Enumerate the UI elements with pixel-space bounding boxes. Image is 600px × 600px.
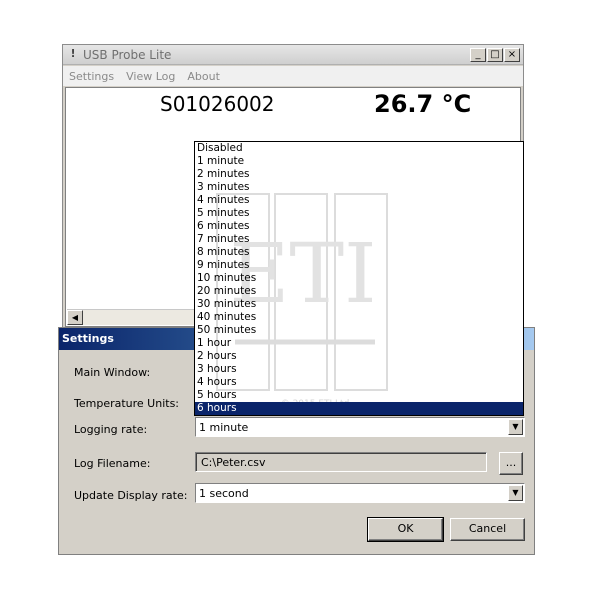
temperature-reading: 26.7 °C (374, 90, 472, 118)
dialog-title: Settings (62, 332, 114, 345)
logging-rate-select[interactable]: 1 minute ▼ (195, 417, 525, 437)
logging-rate-label: Logging rate: (74, 423, 148, 436)
dropdown-option[interactable]: 10 minutes (195, 272, 523, 285)
app-icon: ǃ (71, 47, 76, 60)
scroll-left-arrow-icon[interactable]: ◀ (67, 310, 83, 325)
dropdown-option[interactable]: 3 minutes (195, 181, 523, 194)
dropdown-option[interactable]: 30 minutes (195, 298, 523, 311)
cancel-button[interactable]: Cancel (450, 518, 525, 541)
menu-settings[interactable]: Settings (69, 70, 114, 83)
minimize-button[interactable]: _ (470, 48, 486, 62)
main-window-label: Main Window: (74, 366, 151, 379)
dropdown-option[interactable]: 50 minutes (195, 324, 523, 337)
dropdown-option[interactable]: 1 minute (195, 155, 523, 168)
dropdown-option[interactable]: 40 minutes (195, 311, 523, 324)
serial-number: S01026002 (160, 92, 275, 116)
dropdown-option[interactable]: 2 hours (195, 350, 523, 363)
dropdown-option[interactable]: Disabled (195, 142, 523, 155)
logging-rate-value: 1 minute (199, 421, 249, 434)
update-display-rate-label: Update Display rate: (74, 489, 188, 502)
dropdown-option[interactable]: 6 hours (195, 402, 523, 415)
browse-button[interactable]: ... (499, 452, 523, 475)
dropdown-option[interactable]: 4 hours (195, 376, 523, 389)
temperature-units-label: Temperature Units: (74, 397, 180, 410)
dropdown-option[interactable]: 1 hour (195, 337, 523, 350)
ok-button[interactable]: OK (367, 517, 444, 542)
menu-view-log[interactable]: View Log (126, 70, 175, 83)
dropdown-option[interactable]: 5 hours (195, 389, 523, 402)
logging-rate-dropdown-list[interactable]: ETI © 2015 ETI Ltd Disabled1 minute2 min… (194, 141, 524, 416)
menu-bar: Settings View Log About (63, 66, 523, 86)
log-filename-value: C:\Peter.csv (201, 456, 266, 469)
dropdown-option[interactable]: 2 minutes (195, 168, 523, 181)
window-title: USB Probe Lite (83, 48, 172, 62)
title-bar[interactable]: ǃ USB Probe Lite _ □ × (63, 45, 523, 65)
window-controls: _ □ × (470, 48, 520, 62)
menu-about[interactable]: About (187, 70, 220, 83)
update-display-rate-select[interactable]: 1 second ▼ (195, 483, 525, 503)
dropdown-option[interactable]: 8 minutes (195, 246, 523, 259)
dropdown-option[interactable]: 4 minutes (195, 194, 523, 207)
close-button[interactable]: × (504, 48, 520, 62)
log-filename-label: Log Filename: (74, 457, 151, 470)
update-display-rate-value: 1 second (199, 487, 249, 500)
log-filename-field[interactable]: C:\Peter.csv (195, 452, 487, 472)
dropdown-option[interactable]: 6 minutes (195, 220, 523, 233)
chevron-down-icon[interactable]: ▼ (508, 419, 523, 435)
dropdown-option[interactable]: 20 minutes (195, 285, 523, 298)
maximize-button[interactable]: □ (487, 48, 503, 62)
dropdown-option[interactable]: 7 minutes (195, 233, 523, 246)
chevron-down-icon[interactable]: ▼ (508, 485, 523, 501)
dropdown-option[interactable]: 9 minutes (195, 259, 523, 272)
dropdown-option[interactable]: 5 minutes (195, 207, 523, 220)
dropdown-option[interactable]: 3 hours (195, 363, 523, 376)
option-list: Disabled 1 minute 2 minutes 3 minutes 4 minu… (195, 142, 523, 415)
